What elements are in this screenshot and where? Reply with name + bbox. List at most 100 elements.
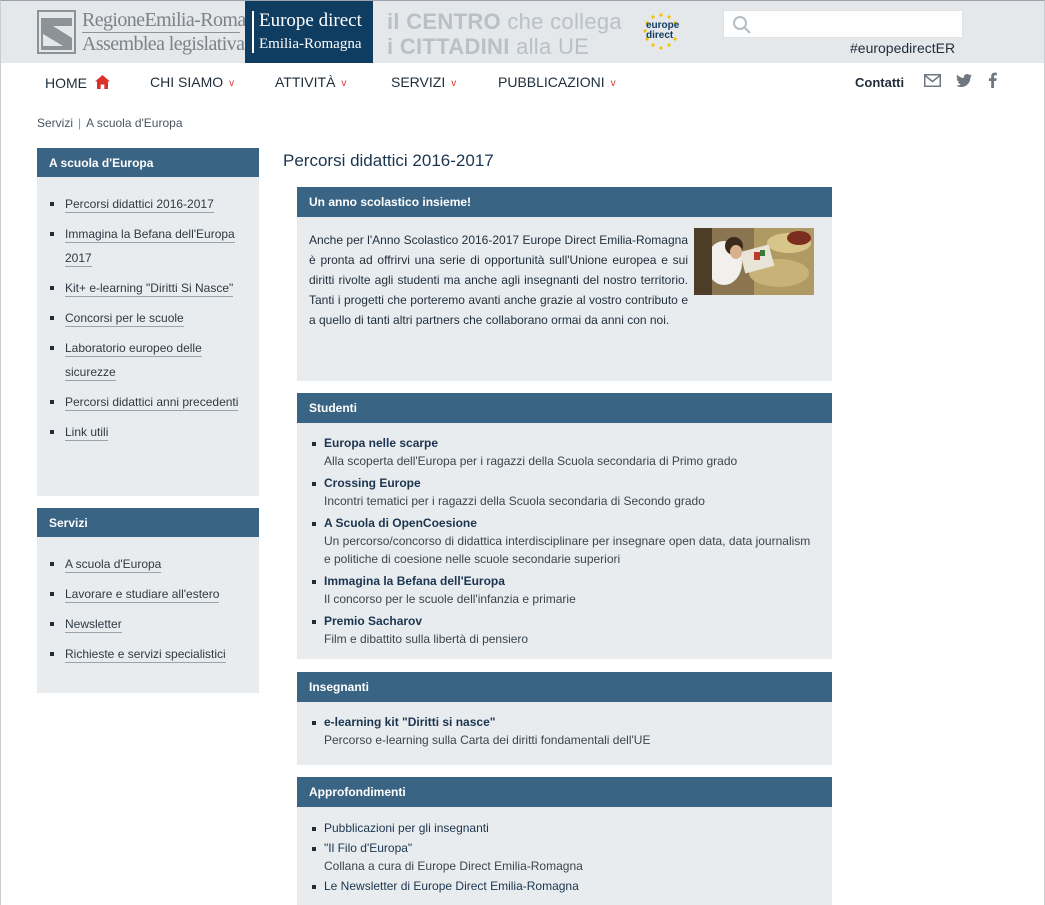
- eu-logo-line2: direct: [646, 30, 674, 41]
- europe-direct-logo-bar: [252, 11, 254, 53]
- panel-intro: Un anno scolastico insieme! Anche per l'…: [297, 187, 832, 381]
- search-icon[interactable]: [732, 15, 752, 35]
- europe-direct-logo-line2: Emilia-Romagna: [259, 36, 362, 52]
- sidebar-item[interactable]: Lavorare e studiare all'estero: [49, 582, 245, 606]
- breadcrumb: Servizi | A scuola d'Europa: [37, 116, 183, 130]
- slogan-line2-rest: alla UE: [509, 34, 590, 59]
- nav-pubblicazioni[interactable]: PUBBLICAZIONI v: [498, 74, 616, 90]
- breadcrumb-servizi[interactable]: Servizi: [37, 116, 73, 130]
- list-item: e-learning kit "Diritti si nasce" Percors…: [309, 714, 820, 749]
- list-item: Premio Sacharov Film e dibattito sulla li…: [309, 613, 820, 648]
- search-input[interactable]: [758, 14, 958, 34]
- sidebar-item[interactable]: Richieste e servizi specialistici: [49, 642, 245, 666]
- sidebar-item[interactable]: Newsletter: [49, 612, 245, 636]
- sidebar-item[interactable]: Immagina la Befana dell'Europa 2017: [49, 222, 245, 270]
- facebook-icon[interactable]: [988, 72, 997, 88]
- item-link[interactable]: Premio Sacharov: [324, 613, 820, 630]
- item-link[interactable]: Immagina la Befana dell'Europa: [324, 573, 820, 590]
- list-item: Immagina la Befana dell'Europa Il concors…: [309, 573, 820, 608]
- search-box[interactable]: [723, 10, 963, 38]
- sidebar-link[interactable]: A scuola d'Europa: [65, 557, 162, 573]
- nav-attivita-label: ATTIVITÀ: [275, 74, 336, 90]
- list-item: Le Newsletter di Europe Direct Emilia-Ro…: [309, 878, 820, 895]
- list-item: Pubblicazioni per gli insegnanti: [309, 820, 820, 837]
- sidebar-link[interactable]: Laboratorio europeo delle sicurezze: [65, 341, 202, 381]
- sidebar-item[interactable]: Percorsi didattici anni precedenti: [49, 390, 245, 414]
- sidebar-link[interactable]: Newsletter: [65, 617, 122, 633]
- regione-emblem-icon: [37, 10, 76, 54]
- list-item: "Il Filo d'Europa" Collana a cura di Euro…: [309, 840, 820, 875]
- sidebar-link[interactable]: Kit+ e-learning "Diritti Si Nasce": [65, 281, 234, 297]
- chevron-down-icon: v: [610, 78, 616, 89]
- approfondimenti-list: Pubblicazioni per gli insegnanti "Il Fil…: [297, 807, 832, 895]
- intro-text: Anche per l'Anno Scolastico 2016-2017 Eu…: [309, 233, 688, 327]
- header-slogan: il CENTRO che collega i CITTADINI alla U…: [387, 9, 622, 59]
- sidebar-link[interactable]: Lavorare e studiare all'estero: [65, 587, 220, 603]
- nav-chi-siamo[interactable]: CHI SIAMO v: [150, 74, 234, 90]
- sidebar-box-title: Servizi: [37, 508, 259, 537]
- panel-title: Insegnanti: [297, 672, 832, 702]
- sidebar-item[interactable]: Laboratorio europeo delle sicurezze: [49, 336, 245, 384]
- insegnanti-list: e-learning kit "Diritti si nasce" Percors…: [297, 702, 832, 749]
- sidebar-link[interactable]: Percorsi didattici anni precedenti: [65, 395, 239, 411]
- list-item: Crossing Europe Incontri tematici per i r…: [309, 475, 820, 510]
- sidebar-box-scuola: A scuola d'Europa Percorsi didattici 201…: [37, 148, 259, 496]
- twitter-icon[interactable]: [956, 74, 972, 87]
- slogan-line1-rest: che collega: [500, 9, 622, 34]
- main-nav: HOME CHI SIAMO v ATTIVITÀ v SERVIZI v PUBBL…: [1, 63, 1044, 101]
- sidebar-link[interactable]: Percorsi didattici 2016-2017: [65, 197, 214, 213]
- sidebar-item[interactable]: Concorsi per le scuole: [49, 306, 245, 330]
- chevron-down-icon: v: [341, 78, 347, 89]
- nav-servizi[interactable]: SERVIZI v: [391, 74, 456, 90]
- panel-title: Un anno scolastico insieme!: [297, 187, 832, 217]
- hashtag[interactable]: #europedirectER: [850, 40, 955, 56]
- eu-logo-text: europe direct: [646, 21, 679, 41]
- contatti-link[interactable]: Contatti: [855, 75, 904, 90]
- europe-direct-logo-line1: Europe direct: [259, 10, 362, 31]
- home-icon: [94, 75, 110, 89]
- sidebar-item[interactable]: Kit+ e-learning "Diritti Si Nasce": [49, 276, 245, 300]
- breadcrumb-separator: |: [78, 116, 82, 130]
- nav-pubblicazioni-label: PUBBLICAZIONI: [498, 74, 605, 90]
- nav-home[interactable]: HOME: [45, 74, 110, 91]
- europe-direct-logo[interactable]: Europe direct Emilia-Romagna: [245, 1, 373, 63]
- sidebar-item[interactable]: Percorsi didattici 2016-2017: [49, 192, 245, 216]
- list-item: A Scuola di OpenCoesione Un percorso/conc…: [309, 515, 820, 568]
- breadcrumb-current: A scuola d'Europa: [86, 116, 183, 130]
- mail-icon[interactable]: [924, 74, 941, 87]
- chevron-down-icon: v: [229, 78, 235, 89]
- list-item: Europa nelle scarpe Alla scoperta dell'Eu…: [309, 435, 820, 470]
- item-link[interactable]: A Scuola di OpenCoesione: [324, 515, 820, 532]
- item-link[interactable]: Crossing Europe: [324, 475, 820, 492]
- sidebar-list: Percorsi didattici 2016-2017 Immagina la…: [37, 177, 259, 444]
- sidebar-item[interactable]: A scuola d'Europa: [49, 552, 245, 576]
- panel-insegnanti: Insegnanti e-learning kit "Diritti si na…: [297, 672, 832, 765]
- regione-logo[interactable]: RegioneEmilia-Romagna Assemblea legislat…: [37, 9, 273, 56]
- panel-title: Studenti: [297, 393, 832, 423]
- item-link[interactable]: Le Newsletter di Europe Direct Emilia-Ro…: [324, 878, 820, 895]
- sidebar-link[interactable]: Concorsi per le scuole: [65, 311, 184, 327]
- intro-body: Anche per l'Anno Scolastico 2016-2017 Eu…: [297, 217, 832, 330]
- item-description: Collana a cura di Europe Direct Emilia-R…: [324, 859, 583, 873]
- item-link[interactable]: Pubblicazioni per gli insegnanti: [324, 820, 820, 837]
- nav-attivita[interactable]: ATTIVITÀ v: [275, 74, 346, 90]
- item-link[interactable]: "Il Filo d'Europa": [324, 840, 820, 857]
- item-description: Il concorso per le scuole dell'infanzia …: [324, 592, 576, 606]
- item-description: Percorso e-learning sulla Carta dei diri…: [324, 733, 651, 747]
- slogan-line2-bold: i CITTADINI: [387, 34, 510, 59]
- sidebar-link[interactable]: Immagina la Befana dell'Europa 2017: [65, 227, 235, 267]
- sidebar-item[interactable]: Link utili: [49, 420, 245, 444]
- item-link[interactable]: e-learning kit "Diritti si nasce": [324, 714, 820, 731]
- sidebar-link[interactable]: Link utili: [65, 425, 109, 441]
- nav-chi-siamo-label: CHI SIAMO: [150, 74, 224, 90]
- panel-studenti: Studenti Europa nelle scarpe Alla scopert…: [297, 393, 832, 659]
- europe-direct-eu-logo: europe direct: [635, 12, 687, 52]
- students-photo: [694, 228, 814, 295]
- regione-logo-line2: Assemblea legislativa: [82, 33, 245, 55]
- sidebar-list: A scuola d'Europa Lavorare e studiare al…: [37, 537, 259, 666]
- item-link[interactable]: Europa nelle scarpe: [324, 435, 820, 452]
- sidebar-link[interactable]: Richieste e servizi specialistici: [65, 647, 226, 663]
- panel-approfondimenti: Approfondimenti Pubblicazioni per gli in…: [297, 777, 832, 905]
- slogan-line1-bold: il CENTRO: [387, 9, 501, 34]
- page-title: Percorsi didattici 2016-2017: [283, 151, 494, 170]
